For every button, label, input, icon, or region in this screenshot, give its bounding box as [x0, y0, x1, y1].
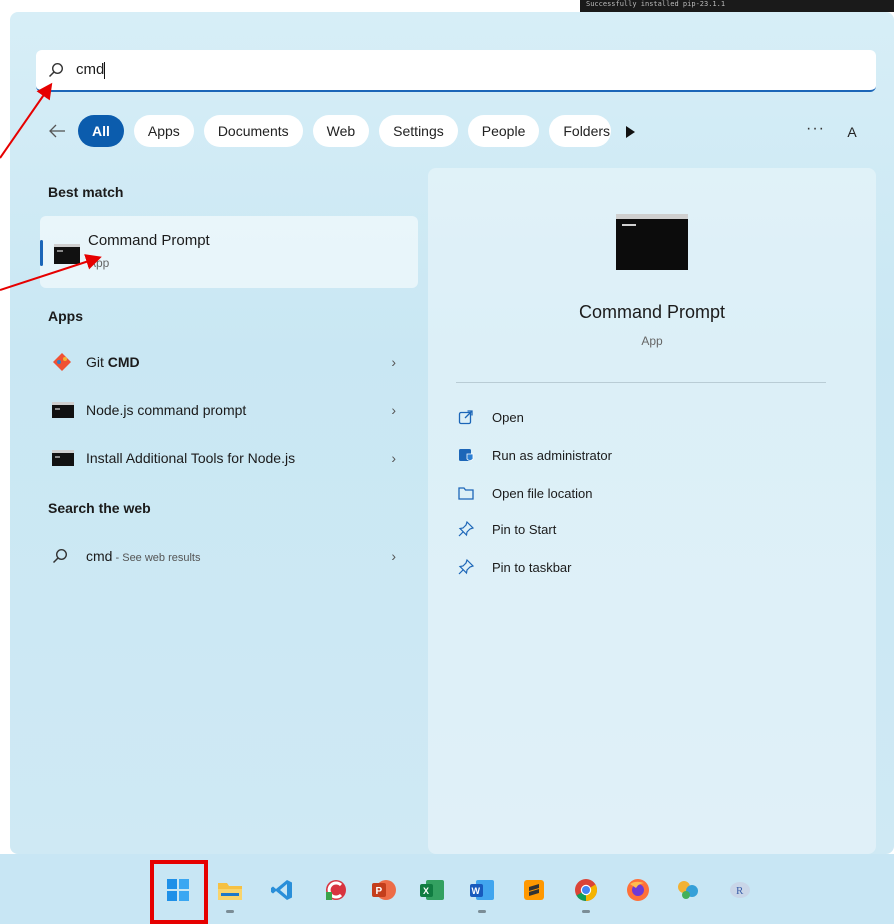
apps-heading: Apps	[48, 308, 83, 324]
command-prompt-icon	[40, 450, 76, 466]
search-icon	[48, 62, 76, 78]
powerpoint-icon[interactable]: P	[370, 876, 398, 904]
action-label: Open	[492, 409, 524, 425]
pin-icon	[458, 521, 492, 537]
r-icon[interactable]: R	[726, 876, 754, 904]
account-avatar[interactable]: A	[838, 118, 866, 146]
firefox-icon[interactable]	[624, 876, 652, 904]
detail-title: Command Prompt	[578, 302, 726, 322]
action-open-file-location[interactable]: Open file location	[458, 480, 592, 506]
command-prompt-icon	[54, 244, 80, 269]
svg-text:X: X	[423, 886, 429, 896]
search-web-heading: Search the web	[48, 500, 151, 516]
command-prompt-icon	[40, 402, 76, 418]
svg-text:P: P	[376, 886, 383, 897]
anaconda-icon[interactable]	[674, 876, 702, 904]
web-result-label: cmd - See web results	[86, 548, 201, 564]
search-box[interactable]: cmd	[36, 50, 876, 92]
action-open[interactable]: Open	[458, 404, 524, 430]
action-label: Pin to taskbar	[492, 559, 572, 575]
running-indicator	[226, 910, 234, 913]
app-result-nodejs-command-prompt[interactable]: Node.js command prompt ›	[40, 392, 418, 428]
app-result-install-node-tools[interactable]: Install Additional Tools for Node.js ›	[40, 440, 418, 476]
svg-text:R: R	[736, 885, 744, 897]
svg-text:W: W	[472, 886, 481, 896]
filter-chip-settings[interactable]: Settings	[379, 115, 458, 147]
filter-chip-apps[interactable]: Apps	[133, 115, 194, 147]
filter-chip-folders[interactable]: Folders	[549, 115, 612, 147]
file-explorer-icon[interactable]	[216, 876, 244, 913]
pin-icon	[458, 559, 492, 575]
chrome-icon[interactable]	[572, 876, 600, 913]
action-label: Run as administrator	[492, 447, 612, 463]
app-result-label: Git CMD	[86, 354, 140, 370]
excel-icon[interactable]: X	[418, 876, 446, 904]
scroll-right-icon[interactable]	[625, 125, 637, 138]
chevron-right-icon[interactable]: ›	[391, 354, 396, 370]
app-result-label: Install Additional Tools for Node.js	[86, 450, 296, 466]
vscode-icon[interactable]	[268, 876, 296, 904]
app-result-label: Node.js command prompt	[86, 402, 247, 418]
best-match-type: App	[88, 256, 110, 270]
search-input[interactable]: cmd	[76, 61, 106, 79]
taskbar: P X W R	[0, 854, 894, 924]
start-button-highlight	[150, 860, 208, 924]
action-pin-to-taskbar[interactable]: Pin to taskbar	[458, 554, 572, 580]
command-prompt-large-icon	[616, 214, 688, 270]
filter-chip-people[interactable]: People	[467, 115, 540, 147]
chevron-right-icon[interactable]: ›	[391, 402, 396, 418]
text-cursor	[104, 61, 106, 79]
chevron-right-icon[interactable]: ›	[391, 450, 396, 466]
folder-icon	[458, 486, 492, 500]
open-external-icon	[458, 409, 492, 425]
running-indicator	[478, 910, 486, 913]
best-match-name: Command Prompt	[88, 232, 210, 249]
git-icon	[40, 352, 76, 372]
detail-type: App	[641, 334, 663, 348]
divider	[456, 382, 826, 383]
web-result-cmd[interactable]: cmd - See web results ›	[40, 538, 418, 574]
result-detail-pane: Command Prompt App Open Run as administr…	[428, 168, 876, 854]
terminal-window-peek: Successfully installed pip-23.1.1	[580, 0, 894, 12]
app-result-git-cmd[interactable]: Git CMD ›	[40, 344, 418, 380]
more-options-icon[interactable]: ···	[806, 120, 825, 138]
action-label: Pin to Start	[492, 521, 557, 537]
filter-chip-documents[interactable]: Documents	[203, 115, 303, 147]
best-match-heading: Best match	[48, 184, 124, 200]
action-label: Open file location	[492, 485, 593, 501]
chevron-right-icon[interactable]: ›	[391, 548, 396, 564]
selection-indicator	[40, 240, 43, 266]
action-pin-to-start[interactable]: Pin to Start	[458, 516, 556, 542]
ccleaner-icon[interactable]	[322, 876, 350, 904]
search-query-text: cmd	[76, 61, 105, 79]
filter-chip-web[interactable]: Web	[312, 115, 370, 147]
sublime-icon[interactable]	[520, 876, 548, 904]
search-filter-bar: All Apps Documents Web Settings People F…	[48, 114, 637, 148]
shield-icon	[458, 447, 492, 463]
action-run-as-administrator[interactable]: Run as administrator	[458, 442, 612, 468]
filter-chip-all[interactable]: All	[78, 115, 124, 147]
search-icon	[40, 548, 76, 564]
back-arrow-icon[interactable]	[48, 124, 78, 138]
running-indicator	[582, 910, 590, 913]
word-icon[interactable]: W	[468, 876, 496, 913]
best-match-command-prompt[interactable]: Command Prompt App	[40, 216, 418, 288]
